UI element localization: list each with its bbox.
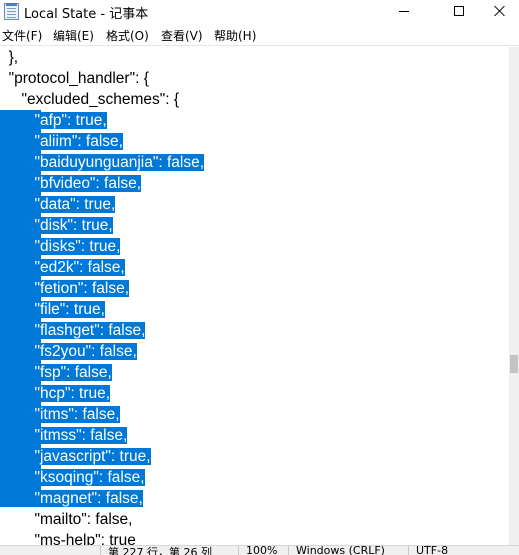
selected-text: "disks": true, [0,238,121,255]
status-encoding: UTF-8 [416,545,449,555]
close-icon [494,5,506,17]
line-text: "ms-help": true [0,532,136,545]
line-text: "protocol_handler": { [0,70,149,87]
text-line: "fs2you": false, [0,341,137,362]
text-line: "bfvideo": false, [0,173,142,194]
selected-text: "ed2k": false, [0,259,125,276]
text-editor-area[interactable]: }, "protocol_handler": { "excluded_schem… [0,47,509,545]
maximize-button[interactable] [436,0,482,22]
window-title: Local State - 记事本 [24,7,149,22]
selected-text: "aliim": false, [0,133,123,150]
selected-text: "baiduyunguanjia": false, [0,154,205,171]
text-line: "javascript": true, [0,446,151,467]
line-text: "excluded_schemes": { [0,91,180,108]
selected-text: "fetion": false, [0,280,130,297]
selected-text: "itmss": false, [0,427,128,444]
selected-text: "ksoqing": false, [0,469,145,486]
text-line: "disk": true, [0,215,113,236]
text-line: "protocol_handler": { [0,68,149,89]
text-line: "fsp": false, [0,362,112,383]
selected-text: "file": true, [0,301,105,318]
selected-text: "javascript": true, [0,448,151,465]
title-bar: Local State - 记事本 [0,0,519,24]
menu-help[interactable]: 帮助(H) [214,27,256,44]
text-line: "ed2k": false, [0,257,125,278]
line-text: }, [0,49,19,66]
menu-view[interactable]: 查看(V) [161,27,203,44]
selected-text: "afp": true, [0,112,107,129]
minimize-icon [399,10,409,12]
text-line: "data": true, [0,194,116,215]
text-line: "flashget": false, [0,320,146,341]
menu-bar: 文件(F) 编辑(E) 格式(O) 查看(V) 帮助(H) [0,24,519,46]
maximize-icon [454,6,464,16]
selected-text: "flashget": false, [0,322,146,339]
menu-file[interactable]: 文件(F) [2,27,42,44]
status-cursor-position: 第 227 行，第 26 列 [108,546,212,555]
selected-text: "itms": false, [0,406,120,423]
text-line: "afp": true, [0,110,107,131]
selected-text: "magnet": false, [0,490,143,507]
selected-text: "hcp": true, [0,385,111,402]
minimize-button[interactable] [381,0,427,22]
text-line: "mailto": false, [0,509,132,530]
text-line: "aliim": false, [0,131,123,152]
text-line: "excluded_schemes": { [0,89,179,110]
text-line: "ms-help": true [0,530,136,545]
text-line: "disks": true, [0,236,121,257]
line-text: "mailto": false, [0,511,133,528]
text-line: }, [0,47,19,68]
text-line: "hcp": true, [0,383,111,404]
text-line: "itms": false, [0,404,120,425]
text-line: "ksoqing": false, [0,467,145,488]
text-line: "fetion": false, [0,278,130,299]
text-line: "file": true, [0,299,105,320]
selected-text: "disk": true, [0,217,113,234]
scrollbar-thumb[interactable] [510,355,518,373]
status-zoom: 100% [246,545,278,555]
text-line: "magnet": false, [0,488,143,509]
selected-text: "fsp": false, [0,364,112,381]
notepad-icon [4,3,19,20]
menu-edit[interactable]: 编辑(E) [53,27,94,44]
close-button[interactable] [480,0,519,22]
selected-text: "bfvideo": false, [0,175,142,192]
status-bar: 第 227 行，第 26 列 100% Windows (CRLF) UTF-8 [0,545,519,555]
text-line: "itmss": false, [0,425,128,446]
status-line-ending: Windows (CRLF) [296,545,385,555]
selected-text: "fs2you": false, [0,343,137,360]
selected-text: "data": true, [0,196,116,213]
vertical-scrollbar[interactable] [509,47,519,545]
text-line: "baiduyunguanjia": false, [0,152,205,173]
menu-format[interactable]: 格式(O) [106,27,149,44]
